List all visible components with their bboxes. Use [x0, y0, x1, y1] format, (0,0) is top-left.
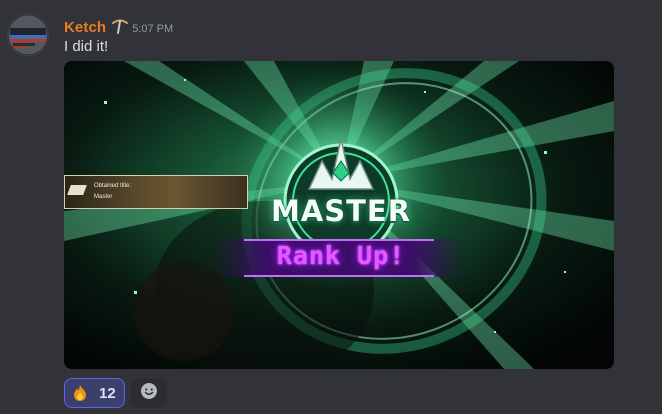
title-plate-icon: [67, 185, 87, 195]
message-header: Ketch 5:07 PM: [64, 16, 173, 36]
title-card-value: Master: [94, 194, 113, 200]
rank-name: MASTER: [270, 194, 412, 228]
fire-icon: [71, 384, 89, 402]
obtained-title-card: Obtained title: Master: [64, 175, 248, 209]
user-avatar[interactable]: [7, 14, 49, 56]
avatar-image: [7, 14, 49, 56]
reaction-count: 12: [99, 384, 116, 402]
title-card-label: Obtained title:: [94, 183, 132, 189]
message-text: I did it!: [64, 38, 109, 55]
add-reaction-button[interactable]: [131, 378, 167, 408]
username[interactable]: Ketch: [64, 19, 106, 36]
smile-add-icon: [140, 382, 158, 405]
image-attachment[interactable]: Obtained title: Master MASTER Rank Up!: [64, 61, 614, 369]
reaction-fire[interactable]: 12: [64, 378, 125, 408]
message-timestamp[interactable]: 5:07 PM: [132, 23, 173, 35]
reaction-bar: 12: [64, 378, 167, 408]
pickaxe-role-icon[interactable]: [110, 18, 130, 34]
rank-up-banner: Rank Up!: [276, 241, 406, 270]
chat-message: Ketch 5:07 PM I did it! Obtained title: …: [0, 0, 662, 414]
